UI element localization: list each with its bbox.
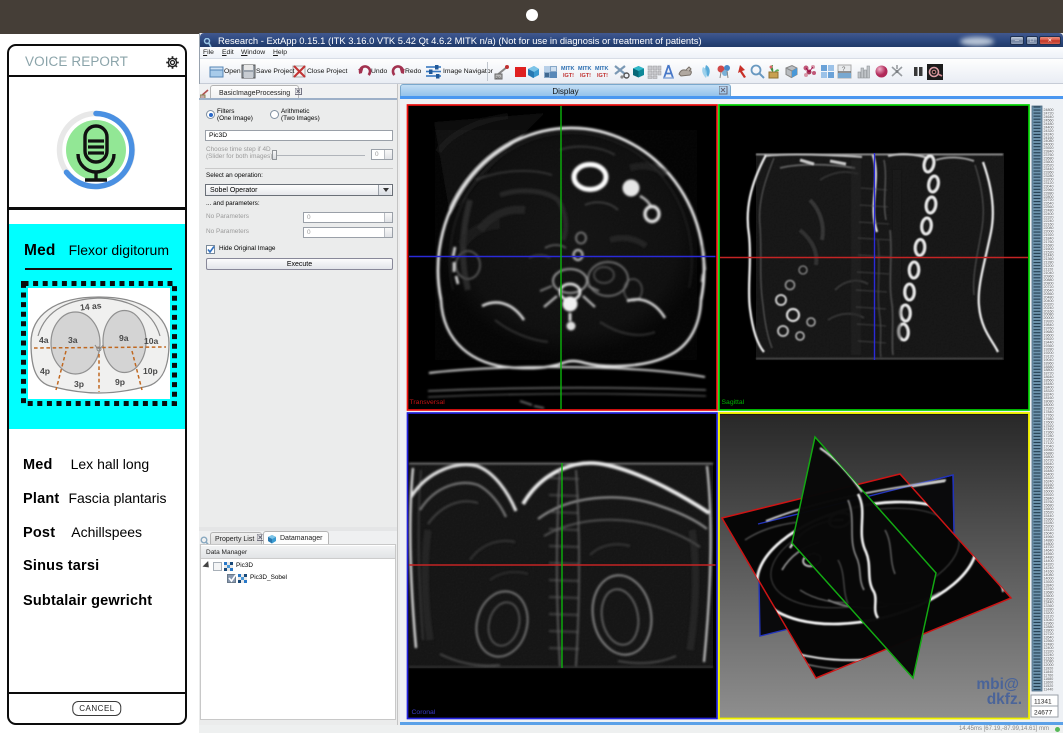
svg-text:11440: 11440 xyxy=(1044,688,1054,692)
svg-text:dkfz.: dkfz. xyxy=(987,691,1022,708)
svg-text:24677: 24677 xyxy=(1034,710,1052,717)
svg-text:Coronal: Coronal xyxy=(412,709,436,716)
svg-text:Transversal: Transversal xyxy=(410,399,446,406)
svg-text:Sagittal: Sagittal xyxy=(722,399,745,406)
svg-text:11341: 11341 xyxy=(1034,699,1052,706)
